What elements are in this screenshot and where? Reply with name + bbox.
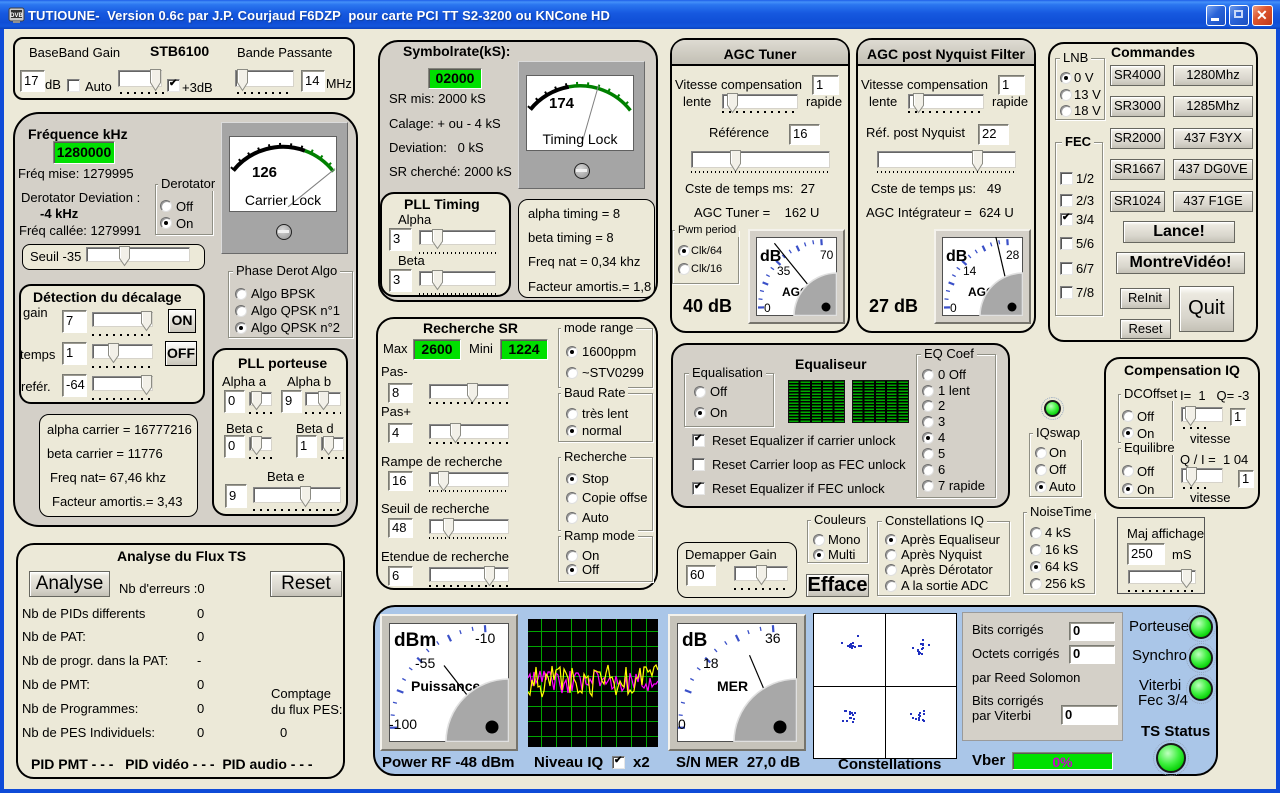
svg-text:0: 0 bbox=[764, 301, 771, 315]
svg-text:28: 28 bbox=[1006, 248, 1020, 262]
svg-text:0: 0 bbox=[678, 716, 686, 732]
svg-text:-10: -10 bbox=[475, 630, 495, 646]
svg-text:-100: -100 bbox=[389, 716, 417, 732]
svg-text:126: 126 bbox=[252, 164, 277, 181]
svg-text:dB: dB bbox=[760, 248, 781, 265]
svg-text:36: 36 bbox=[765, 630, 781, 646]
svg-text:14: 14 bbox=[963, 264, 977, 278]
svg-text:0: 0 bbox=[950, 301, 957, 315]
svg-text:-55: -55 bbox=[415, 655, 435, 671]
svg-text:Timing Lock: Timing Lock bbox=[543, 131, 619, 147]
svg-text:70: 70 bbox=[820, 248, 834, 262]
svg-text:35: 35 bbox=[777, 264, 791, 278]
svg-text:174: 174 bbox=[549, 95, 575, 112]
svg-text:18: 18 bbox=[703, 655, 719, 671]
svg-text:dBm: dBm bbox=[394, 630, 436, 651]
svg-text:DVB: DVB bbox=[10, 13, 23, 19]
svg-text:dB: dB bbox=[946, 248, 967, 265]
svg-text:dB: dB bbox=[682, 630, 707, 651]
svg-text:Carrier Lock: Carrier Lock bbox=[245, 192, 322, 208]
svg-text:MER: MER bbox=[717, 678, 748, 694]
